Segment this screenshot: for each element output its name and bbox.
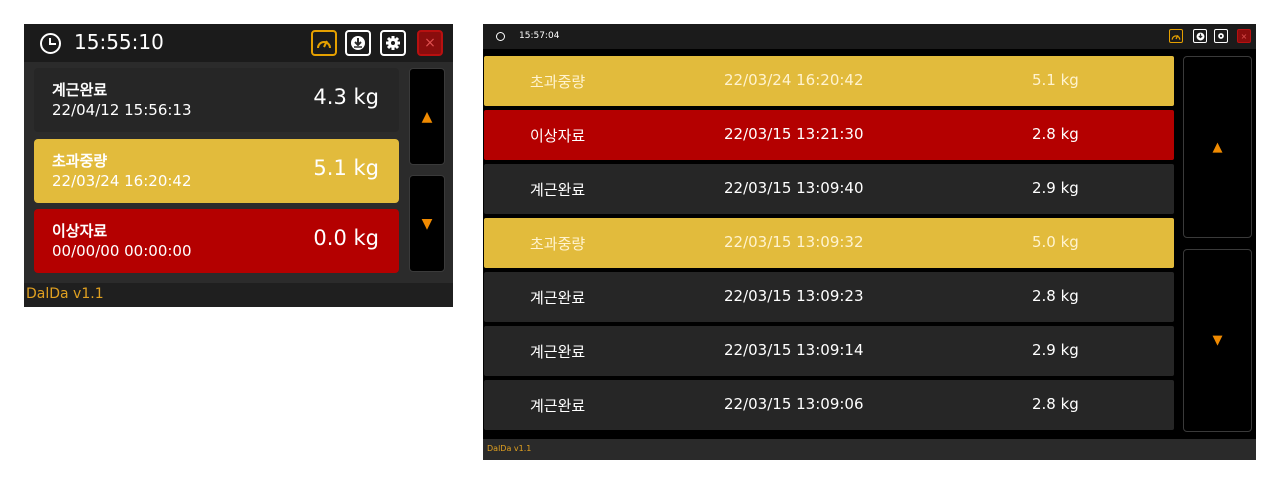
clock-icon bbox=[496, 32, 505, 41]
row-status: 계근완료 bbox=[52, 81, 108, 99]
row-status: 이상자료 bbox=[530, 127, 586, 145]
table-row[interactable]: 계근완료 22/03/15 13:09:14 2.9 kg bbox=[484, 326, 1174, 376]
row-weight: 2.8 kg bbox=[1032, 395, 1079, 413]
row-status: 계근완료 bbox=[530, 289, 586, 307]
table-row[interactable]: 계근완료 22/03/15 13:09:06 2.8 kg bbox=[484, 380, 1174, 430]
table-row[interactable]: 계근완료 22/03/15 13:09:23 2.8 kg bbox=[484, 272, 1174, 322]
row-weight: 0.0 kg bbox=[313, 226, 379, 250]
large-panel: 15:57:04 × 초과중량 22/03/24 16:20:42 5.1 kg… bbox=[483, 24, 1256, 460]
row-weight: 2.9 kg bbox=[1032, 341, 1079, 359]
arrow-down-icon: ▼ bbox=[421, 215, 433, 232]
table-row[interactable]: 이상자료 22/03/15 13:21:30 2.8 kg bbox=[484, 110, 1174, 160]
table-row[interactable]: 계근완료 22/03/15 13:09:40 2.9 kg bbox=[484, 164, 1174, 214]
version-label: DalDa v1.1 bbox=[487, 444, 532, 453]
scroll-down-button[interactable]: ▼ bbox=[409, 175, 445, 272]
scroll-up-button[interactable]: ▲ bbox=[409, 68, 445, 165]
gauge-icon bbox=[317, 40, 331, 49]
download-icon bbox=[1196, 32, 1204, 40]
arrow-up-icon: ▲ bbox=[1212, 139, 1223, 155]
scroll-up-button[interactable]: ▲ bbox=[1183, 56, 1252, 238]
row-weight: 2.8 kg bbox=[1032, 287, 1079, 305]
row-weight: 2.8 kg bbox=[1032, 125, 1079, 143]
scroll-down-button[interactable]: ▼ bbox=[1183, 249, 1252, 432]
row-timestamp: 22/03/15 13:09:14 bbox=[724, 341, 864, 359]
row-weight: 5.0 kg bbox=[1032, 233, 1079, 251]
row-status: 계근완료 bbox=[530, 181, 586, 199]
top-bar: 15:57:04 × bbox=[483, 24, 1256, 49]
settings-button[interactable] bbox=[380, 30, 406, 56]
list-item[interactable]: 계근완료 22/04/12 15:56:13 4.3 kg bbox=[34, 68, 399, 132]
gear-icon bbox=[386, 36, 400, 50]
list-item[interactable]: 초과중량 22/03/24 16:20:42 5.1 kg bbox=[34, 139, 399, 203]
gauge-icon bbox=[1171, 34, 1181, 40]
arrow-up-icon: ▲ bbox=[421, 108, 433, 125]
download-button[interactable] bbox=[345, 30, 371, 56]
row-timestamp: 00/00/00 00:00:00 bbox=[52, 242, 192, 260]
row-status: 계근완료 bbox=[530, 343, 586, 361]
download-icon bbox=[351, 36, 365, 50]
close-button[interactable]: × bbox=[1237, 29, 1251, 43]
gear-icon bbox=[1218, 33, 1224, 39]
row-timestamp: 22/03/15 13:21:30 bbox=[724, 125, 864, 143]
row-status: 이상자료 bbox=[52, 222, 108, 240]
row-timestamp: 22/03/15 13:09:40 bbox=[724, 179, 864, 197]
row-timestamp: 22/03/24 16:20:42 bbox=[52, 172, 192, 190]
row-status: 초과중량 bbox=[530, 73, 586, 91]
row-weight: 5.1 kg bbox=[1032, 71, 1079, 89]
list-item[interactable]: 이상자료 00/00/00 00:00:00 0.0 kg bbox=[34, 209, 399, 273]
row-status: 계근완료 bbox=[530, 397, 586, 415]
footer: DalDa v1.1 bbox=[483, 439, 1256, 460]
row-timestamp: 22/03/15 13:09:23 bbox=[724, 287, 864, 305]
clock-icon bbox=[40, 33, 61, 54]
clock-time: 15:57:04 bbox=[519, 31, 560, 41]
gauge-button[interactable] bbox=[311, 30, 337, 56]
row-timestamp: 22/03/15 13:09:32 bbox=[724, 233, 864, 251]
small-panel: 15:55:10 × 계근완료 22/04/12 15:56:13 4.3 kg… bbox=[24, 24, 453, 307]
row-weight: 2.9 kg bbox=[1032, 179, 1079, 197]
row-status: 초과중량 bbox=[52, 152, 108, 170]
close-button[interactable]: × bbox=[417, 30, 443, 56]
row-timestamp: 22/03/24 16:20:42 bbox=[724, 71, 864, 89]
footer: DalDa v1.1 bbox=[24, 283, 453, 307]
close-icon: × bbox=[424, 35, 436, 51]
clock-time: 15:55:10 bbox=[74, 30, 164, 54]
download-button[interactable] bbox=[1193, 29, 1207, 43]
row-timestamp: 22/04/12 15:56:13 bbox=[52, 101, 192, 119]
arrow-down-icon: ▼ bbox=[1212, 333, 1223, 348]
settings-button[interactable] bbox=[1214, 29, 1228, 43]
table-row[interactable]: 초과중량 22/03/24 16:20:42 5.1 kg bbox=[484, 56, 1174, 106]
top-bar: 15:55:10 × bbox=[24, 24, 453, 62]
row-timestamp: 22/03/15 13:09:06 bbox=[724, 395, 864, 413]
gauge-button[interactable] bbox=[1169, 29, 1183, 43]
table-row[interactable]: 초과중량 22/03/15 13:09:32 5.0 kg bbox=[484, 218, 1174, 268]
row-status: 초과중량 bbox=[530, 235, 586, 253]
close-icon: × bbox=[1240, 31, 1248, 41]
row-weight: 4.3 kg bbox=[313, 85, 379, 109]
version-label: DalDa v1.1 bbox=[26, 286, 104, 302]
row-weight: 5.1 kg bbox=[313, 156, 379, 180]
